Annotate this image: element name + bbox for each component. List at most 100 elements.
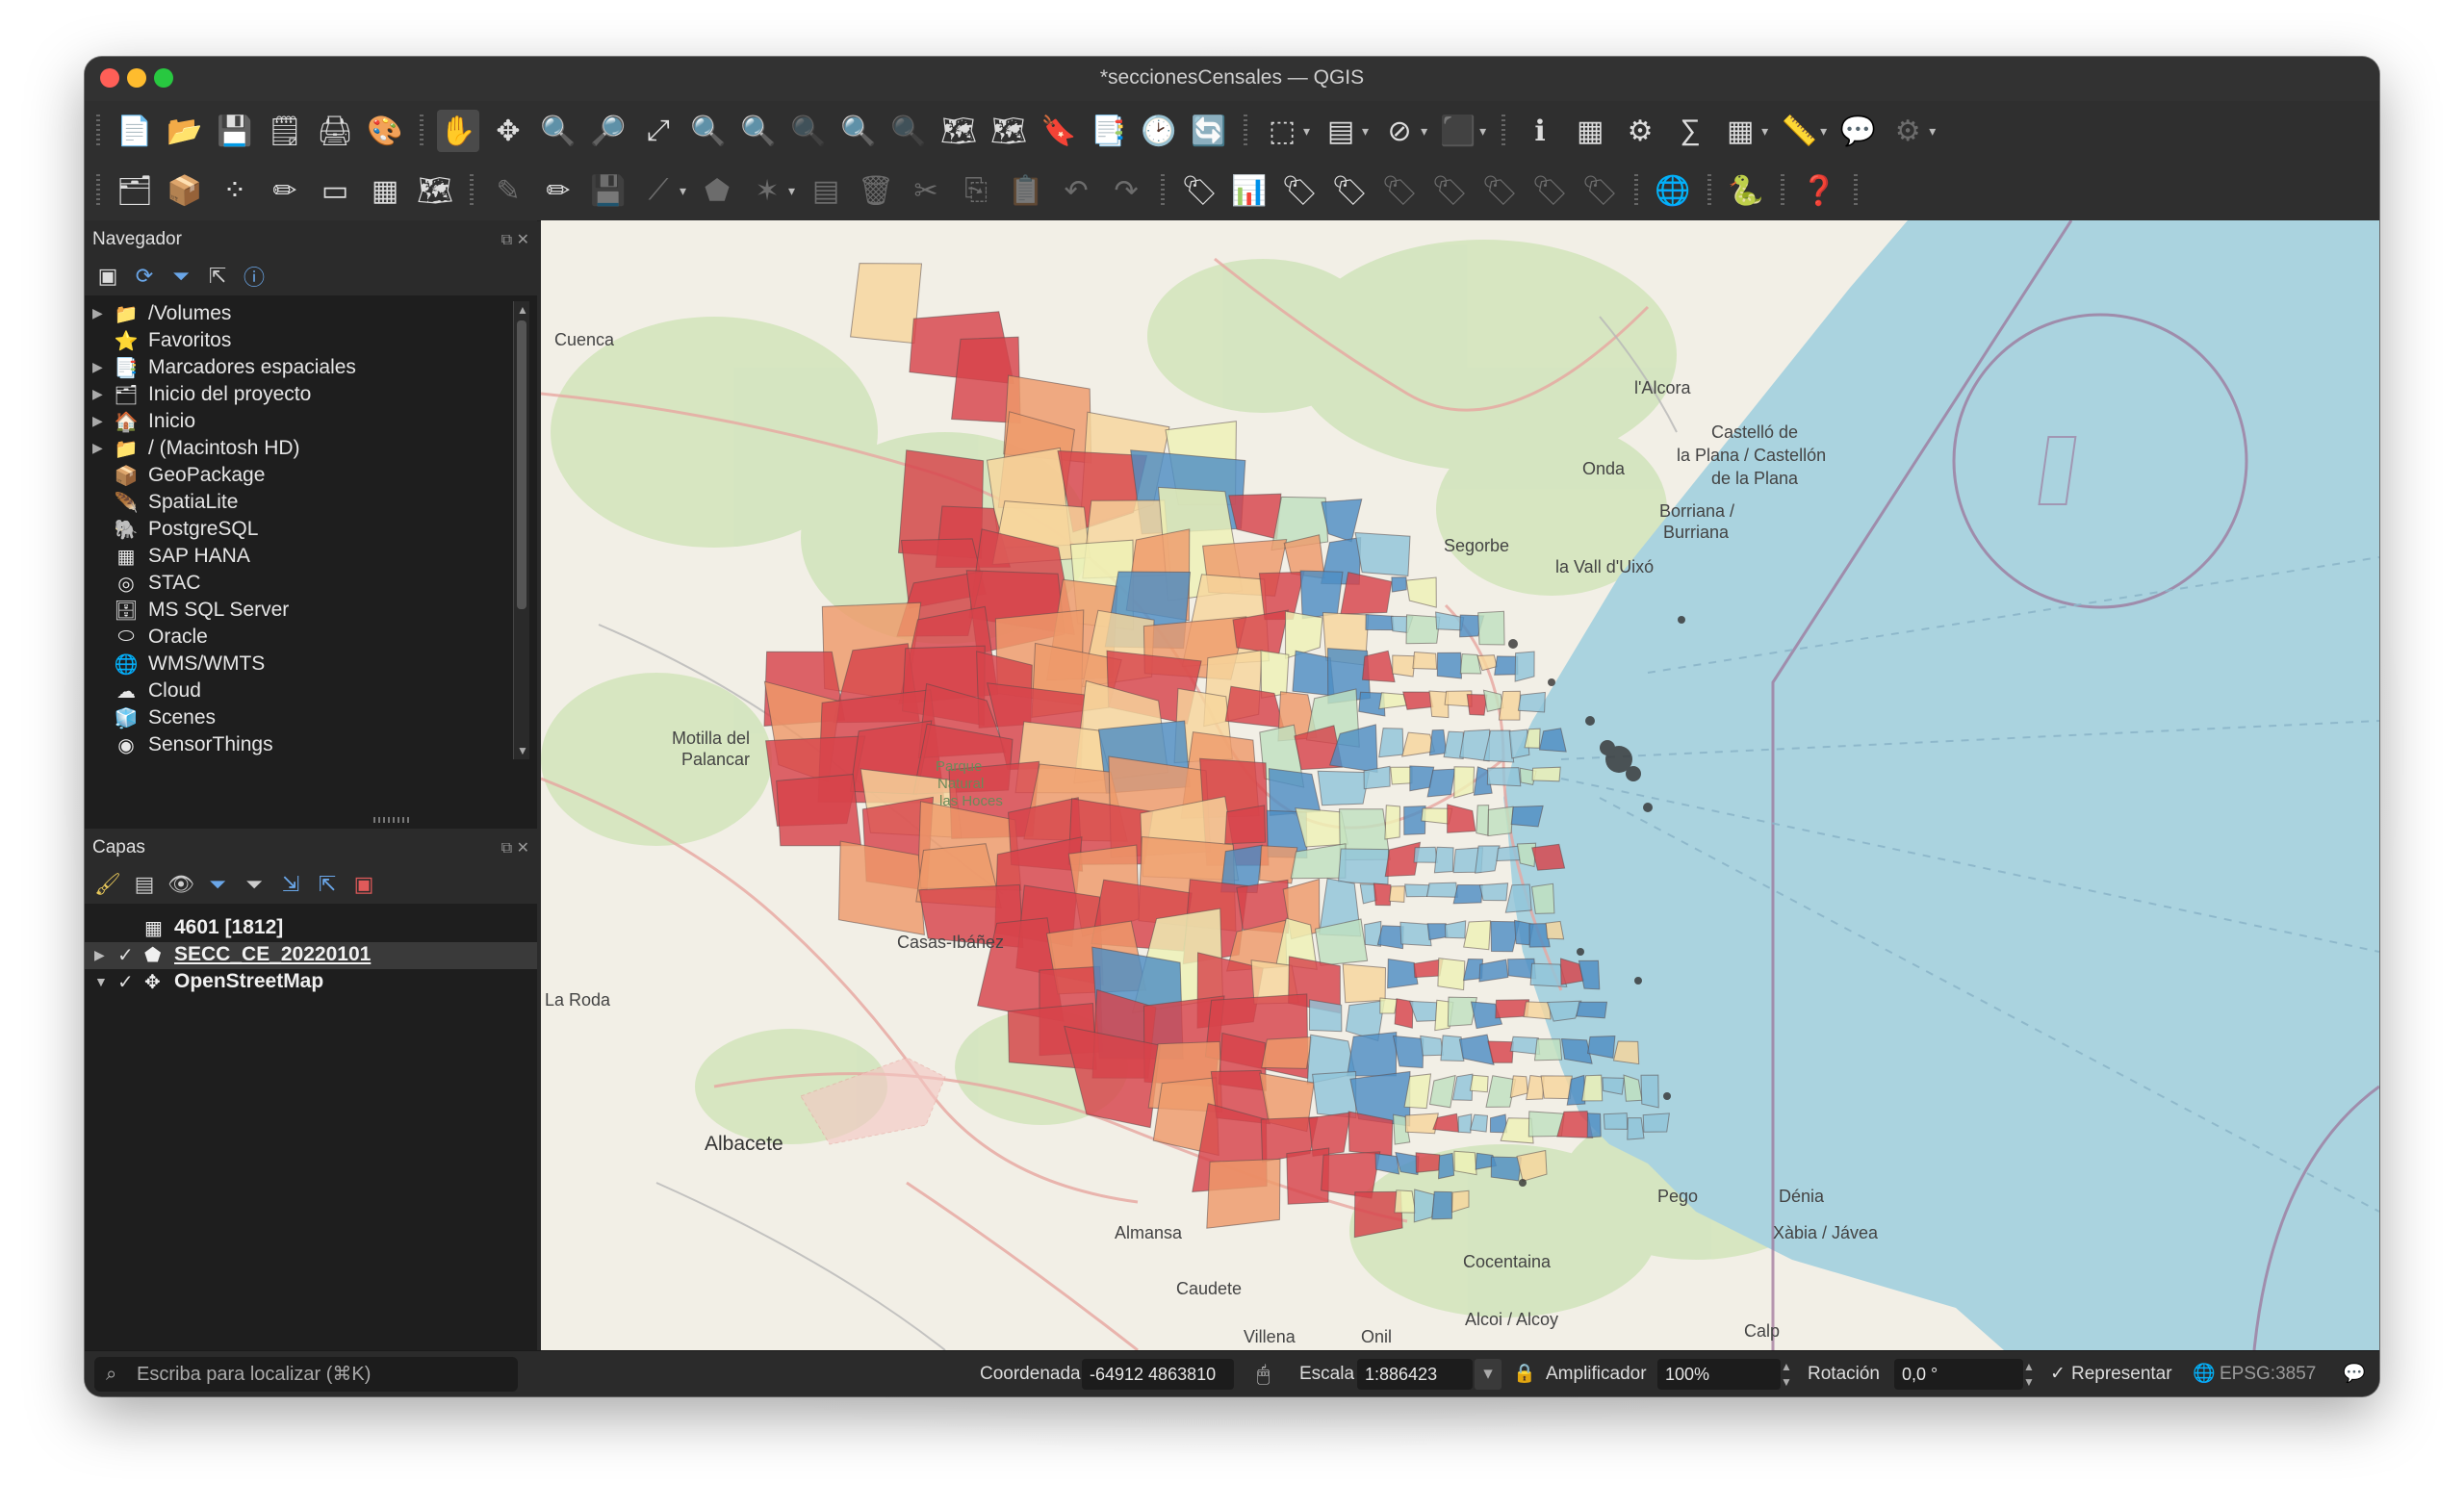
browser-item[interactable]: ▶ 📑 Marcadores espaciales [85,355,508,382]
census-section[interactable] [1453,766,1476,799]
add-group-icon[interactable]: ▤ [131,871,158,898]
new-virtual-layer-icon[interactable]: ▭ [314,169,356,212]
identify-features-icon[interactable]: ℹ [1519,110,1561,152]
census-section[interactable] [1453,1150,1477,1176]
census-section[interactable] [1321,1151,1381,1199]
refresh-icon[interactable]: ⟳ [131,263,158,290]
pin-labels-icon[interactable]: 🏷 [1278,169,1321,212]
collapse-all-icon[interactable]: ⇱ [314,871,341,898]
layer-labeling-icon[interactable]: 🏷 [1178,169,1220,212]
census-section[interactable] [1516,842,1537,868]
add-polygon-icon[interactable]: ⬟ [696,169,738,212]
browser-item[interactable]: 🐘 PostgreSQL [85,517,508,544]
layer-item[interactable]: ▶ ✓ ⬟ SECC_CE_20220101 [85,942,537,969]
panel-float-close-icon[interactable]: ⧉ ✕ [501,838,529,857]
browser-item[interactable]: ⬭ Oracle [85,625,508,652]
census-section[interactable] [1425,882,1458,898]
chevron-down-icon[interactable]: ▾ [1303,123,1310,140]
map-rendering[interactable]: Cuenca l'Alcora Castelló de la Plana / C… [541,220,2379,1350]
census-section[interactable] [1394,1189,1417,1214]
census-section[interactable] [1531,766,1561,782]
toolbar-grip[interactable] [1634,174,1639,207]
census-section[interactable] [1317,770,1371,806]
census-section[interactable] [1476,805,1490,836]
toolbar-grip[interactable] [470,174,474,207]
expand-arrow-icon[interactable]: ▼ [94,974,108,989]
browser-item[interactable]: ⭐ Favoritos [85,328,508,355]
census-section[interactable] [1612,1040,1640,1065]
highlight-labels-icon[interactable]: 🏷 [1328,169,1371,212]
census-section[interactable] [1498,690,1521,721]
toggle-extents-icon[interactable]: 🖱 [1257,1359,1270,1390]
zoom-last-icon[interactable]: 🔍 [837,110,880,152]
census-section[interactable] [1392,654,1416,678]
render-checkbox[interactable]: ✓ [2050,1359,2066,1390]
new-geopackage-layer-icon[interactable]: 📦 [164,169,206,212]
census-section[interactable] [1428,729,1448,756]
panel-splitter[interactable] [373,817,412,823]
census-section[interactable] [1531,843,1566,871]
census-section[interactable] [1415,1152,1441,1173]
pan-to-selection-icon[interactable]: ✥ [487,110,529,152]
statistical-summary-icon[interactable]: ∑ [1669,110,1711,152]
expand-arrow-icon[interactable]: ▶ [92,413,103,429]
expand-arrow-icon[interactable]: ▶ [92,386,103,402]
field-calculator-icon[interactable]: ▦ [1569,110,1611,152]
census-section[interactable] [1540,1075,1573,1100]
browser-item[interactable]: ◉ SensorThings [85,732,508,759]
processing-toolbox-icon[interactable]: ⚙ [1619,110,1661,152]
census-section[interactable] [1487,1040,1515,1063]
select-by-value-icon[interactable]: ▤ [1320,110,1362,152]
locator-search-input[interactable]: ⌕ Escriba para localizar (⌘K) [94,1357,518,1392]
toolbar-grip[interactable] [96,115,100,147]
select-features-icon[interactable]: ⬚ [1261,110,1303,152]
new-map-view-icon[interactable]: 🗺 [937,110,980,152]
census-section[interactable] [1545,920,1565,940]
rotate-label-icon[interactable]: 🏷 [1428,169,1471,212]
expand-arrow-icon[interactable]: ▶ [92,305,103,321]
expand-arrow-icon[interactable]: ▶ [92,359,103,375]
chevron-down-icon[interactable]: ▾ [1761,123,1768,140]
style-manager-icon[interactable]: 🎨 [364,110,406,152]
add-selected-layers-icon[interactable]: ▣ [94,263,121,290]
browser-item[interactable]: 🧊 Scenes [85,705,508,732]
census-section[interactable] [1261,1036,1313,1069]
show-bookmarks-icon[interactable]: 📑 [1088,110,1130,152]
crs-button[interactable]: EPSG:3857 [2220,1359,2316,1390]
chevron-down-icon[interactable]: ▾ [788,183,795,199]
data-source-manager-icon[interactable]: 🗂 [114,169,156,212]
plugin-manager-icon[interactable]: 🌐 [1652,169,1694,212]
chevron-down-icon[interactable]: ▾ [1475,1359,1502,1390]
filter-icon[interactable]: ⏷ [167,263,194,290]
census-section[interactable] [1478,882,1509,902]
layout-manager-icon[interactable]: 🖨 [314,110,356,152]
census-section[interactable] [1627,1117,1645,1140]
expand-arrow-icon[interactable]: ▶ [94,947,105,963]
messages-icon[interactable]: 💬 [2343,1359,2366,1390]
label-properties-icon[interactable]: 🏷 [1578,169,1621,212]
new-temp-layer-icon[interactable]: ⁘ [214,169,256,212]
census-section[interactable] [1530,882,1555,914]
census-section[interactable] [1586,1113,1602,1138]
chevron-down-icon[interactable]: ▾ [680,183,686,199]
deselect-features-icon[interactable]: ⊘ [1378,110,1421,152]
temporal-controller-icon[interactable]: 🕑 [1138,110,1180,152]
toolbar-grip[interactable] [1502,115,1506,147]
census-section[interactable] [1436,652,1463,679]
copy-features-icon[interactable]: ⎘ [955,169,997,212]
census-section[interactable] [1337,848,1390,885]
zoom-to-selection-icon[interactable]: 🔍 [687,110,730,152]
layer-visibility-checkbox[interactable]: ✓ [117,970,134,994]
census-section[interactable] [1390,766,1413,785]
browser-item[interactable]: ▶ 📁 /Volumes [85,301,508,328]
census-section[interactable] [1640,1074,1659,1109]
census-section[interactable] [1342,963,1387,1004]
filter-by-expression-icon[interactable]: ⏷ [241,871,268,898]
census-section[interactable] [1365,613,1395,631]
census-section[interactable] [1496,845,1522,862]
expand-all-icon[interactable]: ⇲ [277,871,304,898]
current-edits-icon[interactable]: ✎ [487,169,529,212]
census-section[interactable] [1388,885,1405,903]
undo-icon[interactable]: ↶ [1055,169,1097,212]
redo-icon[interactable]: ↷ [1105,169,1147,212]
